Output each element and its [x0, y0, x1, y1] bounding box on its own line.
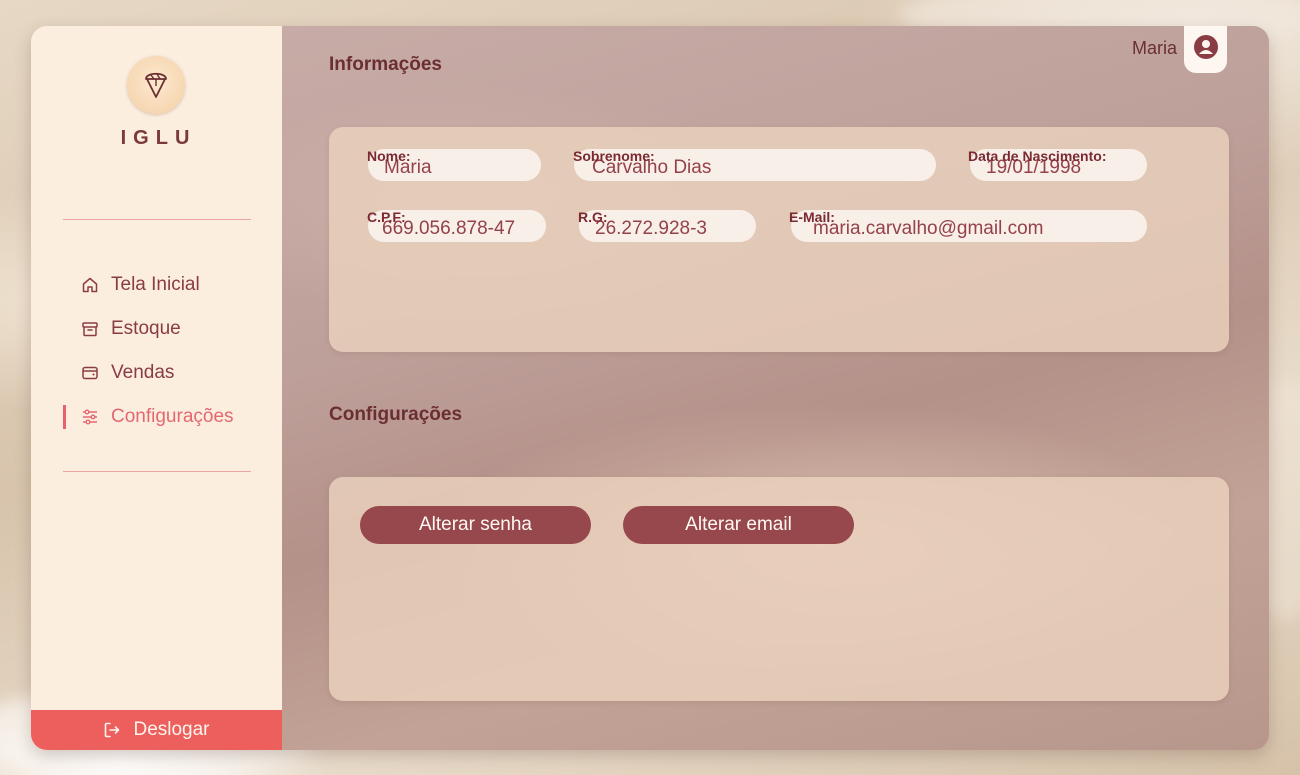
- rg-label: R.G:: [578, 209, 608, 225]
- settings-section-title: Configurações: [329, 404, 463, 425]
- sidebar-item-label: Tela Inicial: [111, 274, 200, 295]
- sidebar-item-label: Configurações: [111, 406, 234, 427]
- sidebar-item-configuracoes[interactable]: Configurações: [63, 405, 263, 429]
- email-input[interactable]: maria.carvalho@gmail.com: [791, 210, 1147, 242]
- last-name-field: Carvalho Dias Sobrenome:: [573, 148, 938, 182]
- main-content: Maria Informações Maria Nome: Carvalho D…: [282, 26, 1269, 750]
- rg-field: 26.272.928-3 R.G:: [578, 209, 758, 243]
- ice-cream-icon: [141, 66, 171, 105]
- sidebar-item-tela-inicial[interactable]: Tela Inicial: [63, 273, 263, 297]
- user-name: Maria: [1131, 38, 1177, 58]
- user-avatar-icon: [1193, 34, 1219, 65]
- archive-box-icon: [81, 320, 99, 338]
- active-indicator: [63, 405, 66, 429]
- sidebar-item-label: Vendas: [111, 362, 175, 383]
- sidebar-divider-bottom: [63, 471, 251, 472]
- birth-date-field: 19/01/1998 Data de Nascimento:: [968, 148, 1148, 182]
- change-email-button[interactable]: Alterar email: [623, 506, 854, 544]
- first-name-label: Nome:: [367, 148, 411, 164]
- wallet-icon: [81, 364, 99, 382]
- logout-label: Deslogar: [133, 719, 210, 740]
- avatar[interactable]: [1184, 26, 1227, 73]
- sidebar-item-vendas[interactable]: Vendas: [63, 361, 263, 385]
- sidebar-item-estoque[interactable]: Estoque: [63, 317, 263, 341]
- settings-panel: Alterar senha Alterar email: [329, 477, 1229, 701]
- change-password-button[interactable]: Alterar senha: [360, 506, 591, 544]
- birth-date-label: Data de Nascimento:: [968, 148, 1107, 164]
- logout-button[interactable]: Deslogar: [31, 710, 282, 750]
- info-section-title: Informações: [329, 54, 442, 75]
- sidebar: IGLU Tela Inicial Estoque Vendas Configu…: [31, 26, 282, 750]
- sidebar-item-label: Estoque: [111, 318, 181, 339]
- logout-icon: [103, 721, 121, 739]
- last-name-label: Sobrenome:: [573, 148, 655, 164]
- email-field: maria.carvalho@gmail.com E-Mail:: [789, 209, 1149, 243]
- cpf-label: C.P.F:: [367, 209, 406, 225]
- cpf-field: 669.056.878-47 C.P.F:: [367, 209, 547, 243]
- sidebar-divider-top: [63, 219, 251, 220]
- brand-name: IGLU: [120, 127, 197, 149]
- first-name-field: Maria Nome:: [367, 148, 542, 182]
- app-window: IGLU Tela Inicial Estoque Vendas Configu…: [31, 26, 1269, 750]
- home-icon: [81, 276, 99, 294]
- email-label: E-Mail:: [789, 209, 835, 225]
- brand-logo: [127, 56, 185, 114]
- info-panel: Maria Nome: Carvalho Dias Sobrenome: 19/…: [329, 127, 1229, 352]
- user-menu[interactable]: Maria: [1132, 26, 1227, 73]
- sliders-icon: [81, 408, 99, 426]
